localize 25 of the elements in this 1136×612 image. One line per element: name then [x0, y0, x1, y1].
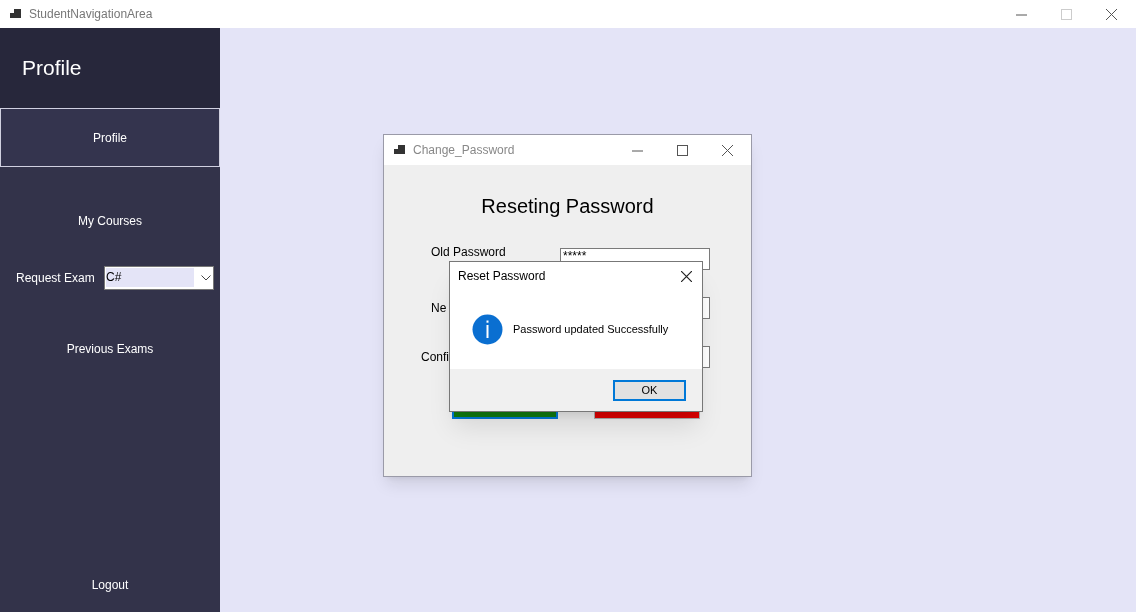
ok-button[interactable]: OK [613, 379, 686, 401]
logout-button[interactable]: Logout [91, 576, 129, 594]
dialog-title: Reset Password [458, 268, 546, 285]
close-icon[interactable] [1106, 8, 1117, 20]
exam-dropdown[interactable]: C# [104, 265, 214, 290]
field-label: Confi [421, 350, 449, 364]
app-icon [394, 144, 405, 156]
field-label: Ne [431, 301, 447, 315]
close-icon[interactable] [722, 144, 733, 156]
form-heading: Reseting Password [481, 194, 654, 218]
combo-label: Request Exam [16, 269, 96, 287]
app-icon [10, 8, 21, 20]
window-title: Change_Password [413, 142, 515, 159]
nav-button[interactable]: Profile [0, 108, 220, 167]
info-icon [472, 314, 503, 345]
caret-icon [201, 274, 211, 281]
nav-button[interactable]: Previous Exams [0, 319, 220, 378]
window-title: StudentNavigationArea [29, 6, 153, 23]
close-icon[interactable] [681, 270, 692, 282]
nav-button[interactable]: My Courses [0, 191, 220, 250]
field-label: Old Password [431, 246, 506, 258]
dialog-message: Password updated Successfully [513, 322, 669, 338]
header-title: Profile [22, 55, 82, 82]
maximize-icon[interactable] [677, 144, 688, 156]
dropdown-value: C# [106, 268, 194, 287]
